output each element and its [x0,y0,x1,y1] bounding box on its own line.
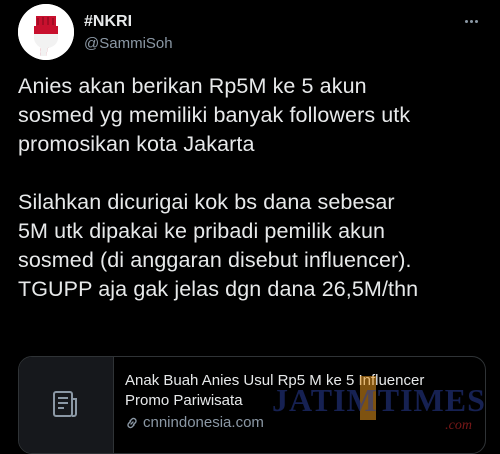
tweet-line: promosikan kota Jakarta [18,132,255,156]
card-title-line: Promo Pariwisata [125,392,243,409]
more-dots-icon[interactable] [464,10,488,30]
tweet-line: sosmed yg memiliki banyak followers utk [18,103,411,127]
article-icon [53,391,77,417]
card-domain-row: cnnindonesia.com [125,413,475,433]
author-names: #NKRI @SammiSoh [84,12,173,54]
link-icon [127,417,137,429]
tweet-text: Anies akan berikan Rp5M ke 5 akun sosmed… [18,72,498,304]
tweet-paragraph: Anies akan berikan Rp5M ke 5 akun sosmed… [18,72,498,159]
tweet-line: Silahkan dicurigai kok bs dana sebesar [18,190,395,214]
tweet-paragraph: Silahkan dicurigai kok bs dana sebesar 5… [18,188,498,304]
avatar[interactable] [18,4,74,60]
card-thumbnail [19,357,114,453]
card-domain: cnnindonesia.com [143,414,264,431]
card-title: Anak Buah Anies Usul Rp5 M ke 5 Influenc… [125,371,475,411]
tweet-header: #NKRI @SammiSoh [18,4,488,60]
link-preview-card[interactable]: Anak Buah Anies Usul Rp5 M ke 5 Influenc… [18,356,486,454]
raised-fist-flag-icon [18,4,74,60]
display-name[interactable]: #NKRI [84,12,173,32]
tweet-line: Anies akan berikan Rp5M ke 5 akun [18,74,367,98]
tweet-line: sosmed (di anggaran disebut influencer). [18,248,412,272]
user-handle[interactable]: @SammiSoh [84,34,173,54]
tweet-line: TGUPP aja gak jelas dgn dana 26,5M/thn [18,277,419,301]
card-title-line: Anak Buah Anies Usul Rp5 M ke 5 Influenc… [125,372,425,389]
tweet-line: 5M utk dipakai ke pribadi pemilik akun [18,219,386,243]
card-body: Anak Buah Anies Usul Rp5 M ke 5 Influenc… [125,371,475,433]
